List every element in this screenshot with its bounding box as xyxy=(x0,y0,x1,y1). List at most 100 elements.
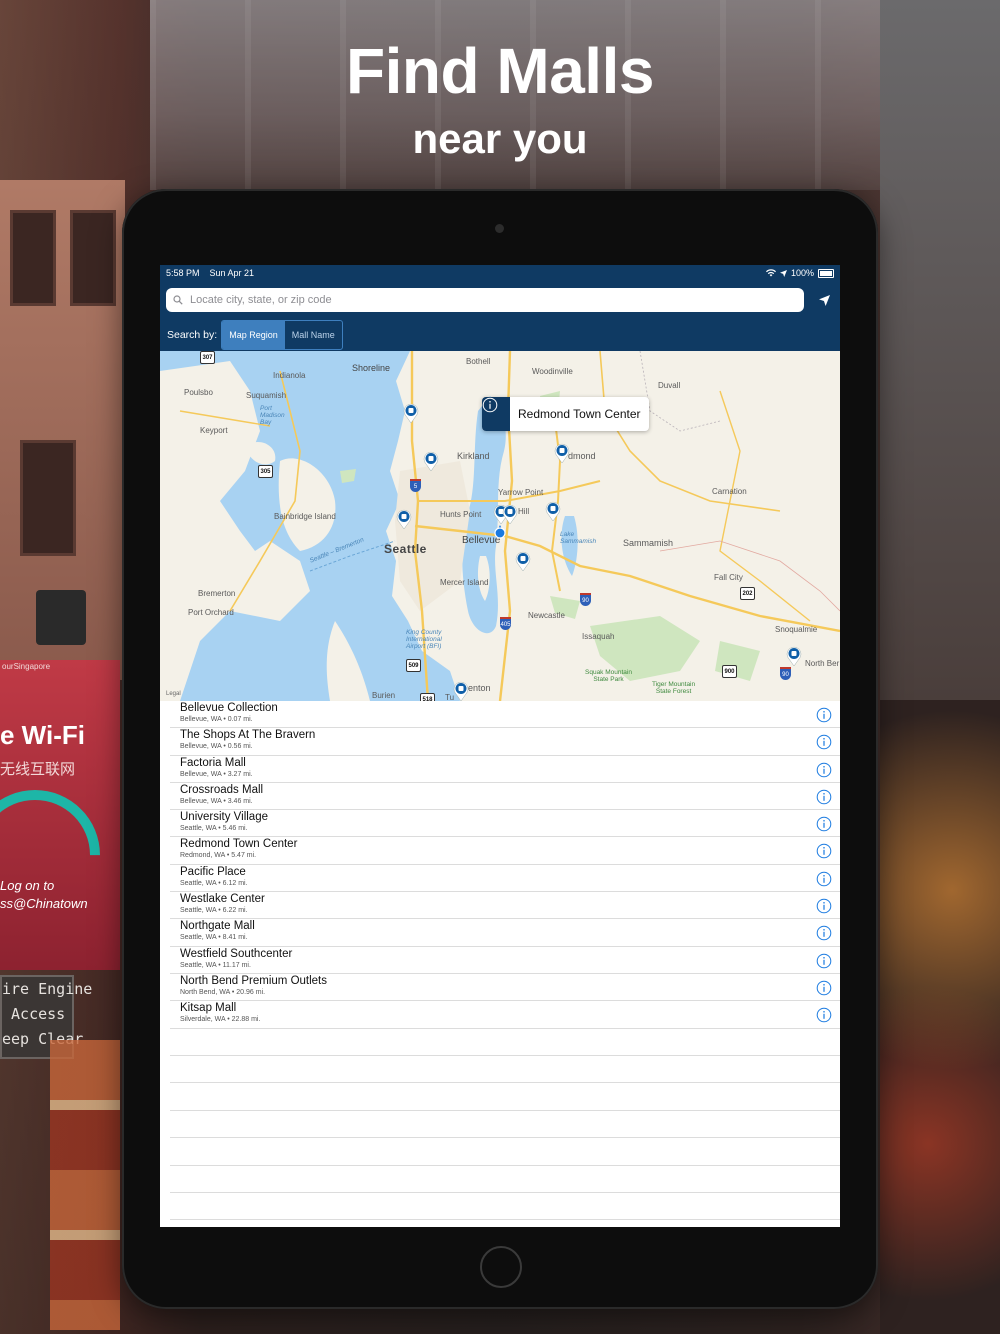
mall-city: Bellevue, WA xyxy=(180,743,222,751)
map-label-poulsbo: Poulsbo xyxy=(184,388,213,397)
map-label-fall-city: Fall City xyxy=(714,573,743,582)
map-label-airport: King County International Airport (BFI) xyxy=(406,629,442,650)
info-icon[interactable] xyxy=(816,816,832,837)
mall-distance: 20.96 mi. xyxy=(236,988,266,996)
map-label-bremerton: Bremerton xyxy=(198,589,236,598)
map-label-duvall: Duvall xyxy=(658,381,681,390)
app-screen: 5:58 PM Sun Apr 21 100% Search by: xyxy=(160,265,840,1227)
map-label-north-bend: North Ber xyxy=(805,659,840,668)
mall-name: Northgate Mall xyxy=(180,920,255,933)
mall-row[interactable]: Redmond Town Center Redmond, WA • 5.47 mi… xyxy=(170,837,840,865)
callout-title: Redmond Town Center xyxy=(518,407,641,421)
mall-distance: 8.41 mi. xyxy=(222,934,248,942)
mall-distance: 6.12 mi. xyxy=(222,879,248,887)
current-location-button[interactable] xyxy=(814,290,834,310)
mall-pin-icon[interactable] xyxy=(403,403,419,423)
mall-location: Seattle, WA • 11.17 mi. xyxy=(180,961,840,971)
map-label-sammamish: Sammamish xyxy=(623,538,674,548)
ipad-frame: 5:58 PM Sun Apr 21 100% Search by: xyxy=(122,189,878,1309)
map-label-mercer-island: Mercer Island xyxy=(440,578,489,587)
mall-row[interactable]: Pacific Place Seattle, WA • 6.12 mi. xyxy=(170,865,840,893)
mall-location: Bellevue, WA • 0.07 mi. xyxy=(180,715,840,725)
mall-city: Seattle, WA xyxy=(180,825,217,833)
mall-pin-redmond-icon[interactable] xyxy=(554,443,570,463)
search-by-label: Search by: xyxy=(167,329,218,341)
mall-distance: 11.17 mi. xyxy=(222,961,251,969)
mall-row[interactable]: University Village Seattle, WA • 5.46 mi. xyxy=(170,810,840,838)
map-label-tiger: Tiger Mountain State Forest xyxy=(652,681,696,695)
info-icon[interactable] xyxy=(816,762,832,783)
mall-name: Westlake Center xyxy=(180,893,265,906)
empty-row xyxy=(170,1083,840,1111)
wifi-status-icon xyxy=(765,269,776,277)
segment-mall-name[interactable]: Mall Name xyxy=(285,321,342,349)
mall-location: Bellevue, WA • 3.46 mi. xyxy=(180,797,840,807)
map-view[interactable]: Bothell Woodinville Shoreline Duvall Ind… xyxy=(160,351,840,701)
street-lamp xyxy=(36,590,86,645)
mall-pin-icon[interactable] xyxy=(453,681,469,701)
callout-info-button[interactable] xyxy=(482,397,510,431)
mall-location: Bellevue, WA • 0.56 mi. xyxy=(180,742,840,752)
info-icon[interactable] xyxy=(816,898,832,919)
map-label-redmond: dmond xyxy=(568,451,596,461)
mall-distance: 3.46 mi. xyxy=(227,797,253,805)
info-icon[interactable] xyxy=(816,871,832,892)
mall-city: Bellevue, WA xyxy=(180,770,222,778)
info-icon[interactable] xyxy=(816,734,832,755)
info-icon[interactable] xyxy=(816,843,832,864)
mall-pin-icon[interactable] xyxy=(423,451,439,471)
search-field[interactable] xyxy=(166,288,804,312)
mall-pin-icon[interactable] xyxy=(545,501,561,521)
empty-row xyxy=(170,1029,840,1056)
mall-location: Redmond, WA • 5.47 mi. xyxy=(180,851,840,861)
info-icon xyxy=(482,397,498,413)
mall-city: Silverdale, WA xyxy=(180,1016,226,1024)
food-menu xyxy=(50,1040,120,1330)
mall-city: North Bend, WA xyxy=(180,988,230,996)
map-legal-link[interactable]: Legal xyxy=(166,691,181,697)
empty-row xyxy=(170,1193,840,1221)
search-input[interactable] xyxy=(188,293,797,307)
segment-map-region[interactable]: Map Region xyxy=(222,321,285,349)
lanterns xyxy=(880,700,1000,1334)
map-callout[interactable]: Redmond Town Center xyxy=(482,397,649,431)
map-label-renton: enton xyxy=(468,683,491,693)
mall-pin-icon[interactable] xyxy=(502,504,518,524)
mall-distance: 0.56 mi. xyxy=(227,743,253,751)
mall-distance: 5.46 mi. xyxy=(222,825,248,833)
map-label-burien: Burien xyxy=(372,691,396,700)
mall-pin-icon[interactable] xyxy=(515,551,531,571)
mall-pin-icon[interactable] xyxy=(396,509,412,529)
map-label-hill: Hill xyxy=(518,507,530,516)
map-label-seattle: Seattle xyxy=(384,542,427,556)
mall-row[interactable]: Bellevue Collection Bellevue, WA • 0.07 m… xyxy=(170,701,840,729)
mall-row[interactable]: Crossroads Mall Bellevue, WA • 3.46 mi. xyxy=(170,783,840,811)
mall-name: Redmond Town Center xyxy=(180,838,298,851)
mall-name: Factoria Mall xyxy=(180,756,246,769)
mall-name: University Village xyxy=(180,811,268,824)
info-icon[interactable] xyxy=(816,707,832,728)
search-by-row: Search by: Map Region Mall Name xyxy=(160,319,840,351)
map-label-newcastle: Newcastle xyxy=(528,611,565,620)
mall-name: Pacific Place xyxy=(180,865,246,878)
mall-row[interactable]: North Bend Premium Outlets North Bend, WA… xyxy=(170,974,840,1002)
info-icon[interactable] xyxy=(816,980,832,1001)
location-status-icon xyxy=(779,269,787,277)
mall-row[interactable]: The Shops At The Bravern Bellevue, WA • 0… xyxy=(170,728,840,756)
info-icon[interactable] xyxy=(816,953,832,974)
mall-row[interactable]: Westlake Center Seattle, WA • 6.22 mi. xyxy=(170,892,840,920)
sign-logon: Log on to ss@Chinatown xyxy=(0,878,88,911)
home-button[interactable] xyxy=(480,1246,522,1288)
battery-icon xyxy=(818,268,834,278)
mall-row[interactable]: Kitsap Mall Silverdale, WA • 22.88 mi. xyxy=(170,1001,840,1029)
info-icon[interactable] xyxy=(816,1007,832,1028)
info-icon[interactable] xyxy=(816,789,832,810)
mall-row[interactable]: Westfield Southcenter Seattle, WA • 11.17… xyxy=(170,947,840,974)
user-location-icon xyxy=(494,525,506,539)
route-shield-509: 509 xyxy=(406,659,421,672)
mall-row[interactable]: Northgate Mall Seattle, WA • 8.41 mi. xyxy=(170,919,840,947)
info-icon[interactable] xyxy=(816,925,832,946)
mall-pin-icon[interactable] xyxy=(786,646,802,666)
mall-row[interactable]: Factoria Mall Bellevue, WA • 3.27 mi. xyxy=(170,756,840,783)
map-label-squak: Squak Mountain State Park xyxy=(585,669,632,683)
